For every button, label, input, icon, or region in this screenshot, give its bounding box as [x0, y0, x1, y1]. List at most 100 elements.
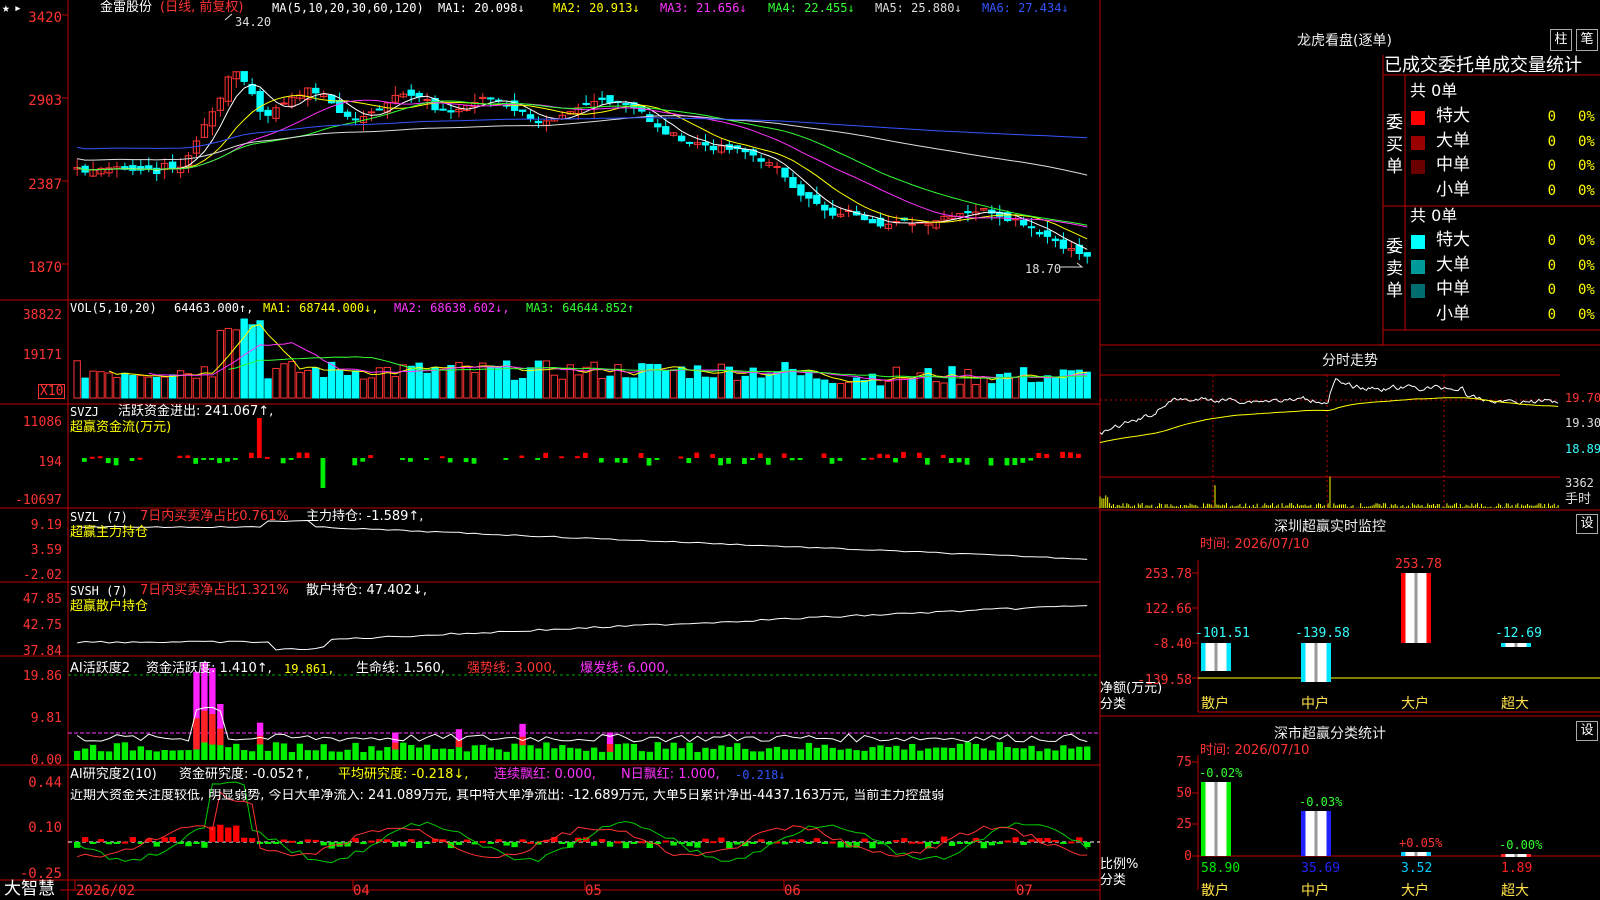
- intraday-tick-3: 18.89: [1565, 442, 1600, 456]
- monitor-time: 时间: 2026/07/10: [1200, 537, 1310, 552]
- pen-mode-button[interactable]: 笔: [1576, 29, 1598, 51]
- volume-bar: [542, 360, 551, 399]
- active-bar: [431, 748, 439, 760]
- ai-active-label-1: 资金活跃度: 1.410↑,: [146, 661, 272, 676]
- ma5-value: MA5: 25.880↓: [875, 1, 962, 15]
- buy-row-count: 0: [1547, 133, 1556, 150]
- candle-body: [1027, 226, 1036, 229]
- flow-bar: [519, 455, 525, 458]
- active-hot-bar: [193, 718, 200, 750]
- research-bar: [893, 840, 900, 843]
- chart-canvas[interactable]: [0, 0, 1600, 900]
- research-bar: [1060, 842, 1067, 844]
- volume-bar: [240, 318, 248, 399]
- classify-change-label-1: -0.03%: [1299, 795, 1343, 810]
- buy-row-count: 0: [1547, 182, 1556, 199]
- research-bar: [503, 842, 510, 846]
- active-bar: [773, 746, 781, 760]
- flow-bar: [718, 458, 723, 466]
- active-bar: [638, 751, 646, 760]
- flow-bar: [1044, 453, 1050, 458]
- ai-active-tick-2: 9.81: [30, 711, 62, 726]
- flow-bar: [225, 458, 230, 462]
- research-bar: [750, 842, 757, 844]
- research-bar: [757, 839, 765, 842]
- longhu-subtitle: 已成交委托单成交量统计: [1384, 55, 1582, 76]
- active-bar: [710, 748, 717, 760]
- flow-bar: [256, 418, 262, 458]
- active-bar: [376, 750, 383, 760]
- flow-bar: [288, 458, 294, 460]
- research-bar: [1044, 837, 1051, 842]
- volume-bar: [892, 366, 901, 399]
- monitor-bar-3: [1501, 643, 1531, 647]
- research-bar: [630, 842, 638, 844]
- research-bar: [1068, 841, 1075, 844]
- buy-swatch-3: [1411, 184, 1425, 199]
- research-bar: [686, 842, 693, 847]
- candle-body: [829, 207, 837, 216]
- monitor-bar-0: [1201, 643, 1231, 671]
- flow-bar: [137, 457, 143, 460]
- stock-name[interactable]: 金雷股份: [100, 1, 152, 14]
- research-bar: [781, 842, 789, 845]
- classify-change-label-3: -0.00%: [1499, 837, 1543, 852]
- classify-settings-button[interactable]: 设: [1576, 721, 1598, 741]
- research-bar: [89, 842, 97, 844]
- research-bar: [161, 837, 168, 842]
- date-label-feb: 2026/02: [76, 883, 136, 899]
- research-bar: [1004, 840, 1011, 843]
- buy-swatch-1: [1411, 135, 1425, 150]
- flow-bar: [789, 458, 795, 461]
- ai-research-label-5: -0.218↓: [735, 768, 786, 782]
- research-bar: [352, 838, 359, 842]
- flow-bar: [583, 452, 588, 458]
- monitor-tick-2: 122.66: [1145, 602, 1192, 617]
- ai-active-label-3: 生命线: 1.560,: [356, 661, 445, 676]
- flow-bar: [917, 452, 922, 458]
- candle-body: [606, 95, 614, 103]
- flow-bar: [598, 458, 604, 463]
- volume-bar: [343, 374, 352, 399]
- candle-body: [240, 71, 248, 82]
- active-bar: [757, 751, 765, 760]
- volume-bar: [479, 362, 487, 399]
- flow-bar: [726, 458, 731, 464]
- volume-bar: [153, 376, 161, 399]
- active-line: [76, 706, 1088, 743]
- active-bar: [996, 742, 1003, 760]
- sell-swatch-0: [1411, 235, 1425, 249]
- active-bar: [336, 751, 343, 760]
- brand-logo[interactable]: 大智慧: [4, 881, 55, 898]
- volume-bar: [709, 377, 718, 399]
- vol-value: 64463.000↑,: [174, 301, 254, 315]
- classify-ylabel: 比例%: [1100, 857, 1139, 872]
- research-bar: [272, 842, 280, 844]
- period-label[interactable]: (日线, 前复权): [160, 1, 243, 14]
- date-label-jul: 07: [1016, 883, 1033, 899]
- flow-bar: [559, 456, 564, 459]
- candle-body: [129, 165, 137, 171]
- monitor-value-label-2: 253.78: [1395, 557, 1442, 572]
- active-bar: [408, 744, 415, 760]
- active-bar: [1084, 746, 1091, 760]
- active-bar: [280, 743, 288, 760]
- candle-body: [280, 102, 288, 105]
- active-bar: [1068, 748, 1075, 760]
- volume-bar: [312, 367, 320, 399]
- research-bar: [901, 838, 908, 842]
- research-bar: [423, 842, 431, 844]
- buy-row-name: 大单: [1436, 130, 1470, 151]
- volume-bar: [980, 377, 988, 399]
- research-bar: [813, 838, 821, 842]
- active-bar: [479, 744, 486, 760]
- active-bar: [1004, 747, 1011, 760]
- monitor-settings-button[interactable]: 设: [1576, 514, 1598, 534]
- longhu-title: 龙虎看盘(逐单): [1297, 33, 1392, 49]
- active-bar: [81, 748, 89, 760]
- research-bar: [368, 840, 375, 843]
- candle-body: [662, 126, 670, 135]
- active-bar: [797, 749, 805, 760]
- bar-mode-button[interactable]: 柱: [1550, 29, 1572, 51]
- research-bar: [559, 842, 566, 844]
